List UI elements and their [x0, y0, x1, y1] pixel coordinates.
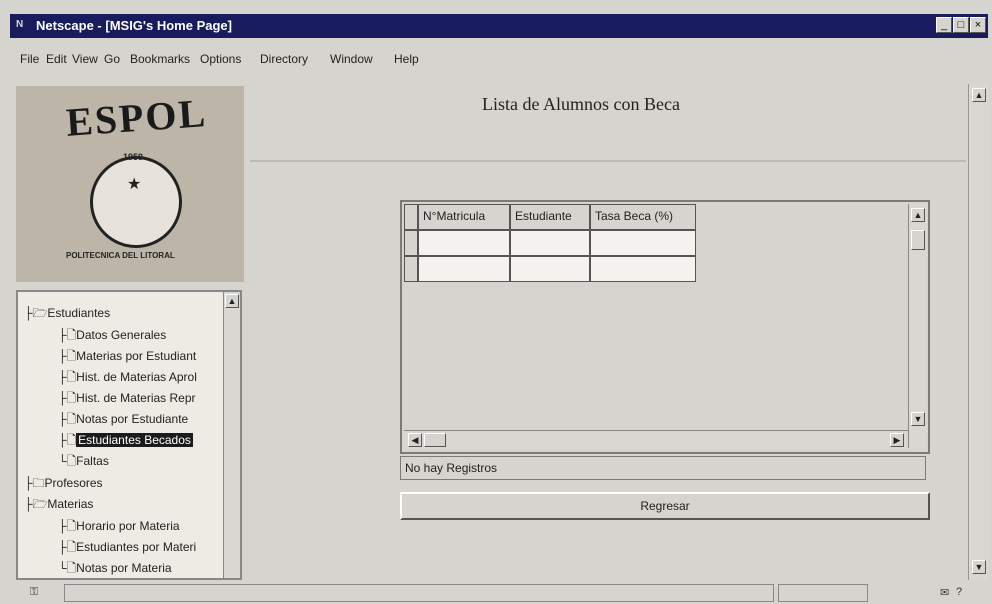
- window-title: Netscape - [MSIG's Home Page]: [36, 18, 232, 33]
- document-icon: ├🗋: [58, 433, 77, 447]
- minimize-button[interactable]: _: [936, 17, 952, 33]
- tree-item-notas-por-materia[interactable]: └🗋Notas por Materia: [58, 559, 172, 578]
- menu-go[interactable]: Go: [104, 52, 120, 66]
- tree-item-materias-por-estudiante[interactable]: ├🗋Materias por Estudiant: [58, 347, 196, 368]
- scroll-right-icon[interactable]: ▶: [890, 433, 904, 447]
- tree-scrollbar[interactable]: ▲: [223, 292, 240, 578]
- status-message-panel: [64, 584, 774, 602]
- document-icon: ├🗋: [58, 519, 77, 533]
- menu-help[interactable]: Help: [394, 52, 419, 66]
- logo-year: 1959: [123, 152, 144, 162]
- maximize-button[interactable]: □: [953, 17, 969, 33]
- scroll-up-icon[interactable]: ▲: [972, 88, 986, 102]
- tree-item-hist-reprobadas[interactable]: ├🗋Hist. de Materias Repr: [58, 389, 196, 410]
- menu-window[interactable]: Window: [330, 52, 373, 66]
- document-icon: ├🗋: [58, 540, 77, 554]
- window-titlebar: N Netscape - [MSIG's Home Page] _ □ ×: [10, 14, 988, 38]
- document-icon: ├🗋: [58, 328, 77, 342]
- table-cell[interactable]: [418, 256, 510, 282]
- tree-item-notas-por-estudiante[interactable]: ├🗋Notas por Estudiante: [58, 410, 188, 431]
- grid-horizontal-scrollbar[interactable]: ◀ ▶: [404, 430, 908, 449]
- status-progress-panel: [778, 584, 868, 602]
- column-header-tasa-beca[interactable]: Tasa Beca (%): [590, 204, 696, 230]
- tree-item-horario-por-materia[interactable]: ├🗋Horario por Materia: [58, 517, 180, 538]
- menu-directory[interactable]: Directory: [260, 52, 308, 66]
- page-title: Lista de Alumnos con Beca: [482, 94, 680, 114]
- tree-item-profesores[interactable]: ├🗀Profesores: [24, 474, 103, 495]
- menu-bar: File Edit View Go Bookmarks Options Dire…: [10, 40, 988, 80]
- document-icon: └🗋: [58, 561, 77, 575]
- tree-item-hist-aprobadas[interactable]: ├🗋Hist. de Materias Aprol: [58, 368, 197, 389]
- document-icon: └🗋: [58, 454, 77, 468]
- tree-item-faltas[interactable]: └🗋Faltas: [58, 452, 109, 473]
- logo-title: ESPOL: [64, 90, 209, 145]
- scroll-left-icon[interactable]: ◀: [408, 433, 422, 447]
- table-cell[interactable]: [590, 230, 696, 256]
- tree-item-estudiantes-por-materia[interactable]: ├🗋Estudiantes por Materi: [58, 538, 196, 559]
- star-icon: ★: [127, 176, 142, 193]
- document-icon: ├🗋: [58, 391, 77, 405]
- main-scrollbar[interactable]: ▲ ▼: [968, 84, 989, 580]
- document-icon: ├🗋: [58, 349, 77, 363]
- navigation-tree: ├🗁Estudiantes ├🗋Datos Generales ├🗋Materi…: [16, 290, 242, 580]
- close-button[interactable]: ×: [970, 17, 986, 33]
- column-header-estudiante[interactable]: Estudiante: [510, 204, 590, 230]
- logo-seal-icon: [90, 156, 182, 248]
- scholarship-grid: N°Matricula Estudiante Tasa Beca (%): [400, 200, 930, 454]
- tree-item-estudiantes-becados[interactable]: ├🗋 Estudiantes Becados: [58, 431, 193, 452]
- menu-edit[interactable]: Edit: [46, 52, 67, 66]
- folder-icon: ├🗀: [24, 476, 45, 490]
- scroll-up-icon[interactable]: ▲: [911, 208, 925, 222]
- grid-corner: [404, 204, 418, 230]
- menu-options[interactable]: Options: [200, 52, 241, 66]
- status-help[interactable]: ?: [956, 586, 962, 598]
- scroll-up-icon[interactable]: ▲: [225, 294, 239, 308]
- column-header-matricula[interactable]: N°Matricula: [418, 204, 510, 230]
- security-key-icon: ⚿: [30, 586, 39, 598]
- espol-logo: ESPOL 1959 ★ POLITECNICA DEL LITORAL: [16, 86, 244, 282]
- mail-icon[interactable]: ✉: [940, 586, 949, 599]
- folder-open-icon: ├🗁: [24, 306, 48, 320]
- folder-open-icon: ├🗁: [24, 497, 48, 511]
- grid-vertical-scrollbar[interactable]: ▲ ▼: [908, 204, 927, 448]
- scroll-thumb[interactable]: [424, 433, 446, 447]
- document-icon: ├🗋: [58, 370, 77, 384]
- table-cell[interactable]: [590, 256, 696, 282]
- netscape-logo-icon: N: [16, 19, 24, 30]
- row-selector[interactable]: [404, 256, 418, 282]
- scroll-down-icon[interactable]: ▼: [972, 560, 986, 574]
- logo-bottom-text: POLITECNICA DEL LITORAL: [66, 251, 175, 260]
- menu-bookmarks[interactable]: Bookmarks: [130, 52, 190, 66]
- back-button[interactable]: Regresar: [400, 492, 930, 520]
- tree-item-materias[interactable]: ├🗁Materias: [24, 495, 93, 516]
- scroll-down-icon[interactable]: ▼: [911, 412, 925, 426]
- title-divider: [250, 160, 966, 162]
- menu-view[interactable]: View: [72, 52, 98, 66]
- records-status: No hay Registros: [400, 456, 926, 480]
- tree-item-datos-generales[interactable]: ├🗋Datos Generales: [58, 326, 166, 347]
- row-selector[interactable]: [404, 230, 418, 256]
- table-cell[interactable]: [510, 256, 590, 282]
- table-cell[interactable]: [510, 230, 590, 256]
- scroll-thumb[interactable]: [911, 230, 925, 250]
- table-cell[interactable]: [418, 230, 510, 256]
- status-bar: ⚿ ✉ ?: [10, 582, 988, 604]
- menu-file[interactable]: File: [20, 52, 39, 66]
- tree-item-estudiantes[interactable]: ├🗁Estudiantes: [24, 304, 110, 325]
- document-icon: ├🗋: [58, 412, 77, 426]
